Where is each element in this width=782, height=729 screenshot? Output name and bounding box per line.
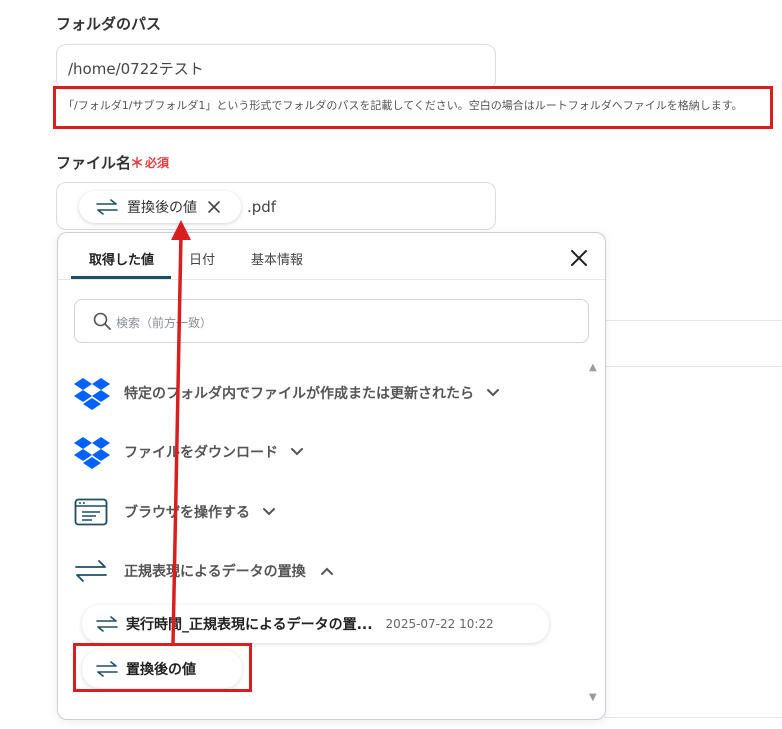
background-divider	[604, 320, 782, 321]
file-extension: .pdf	[247, 198, 277, 216]
value-date: 2025-07-22 10:22	[385, 617, 494, 631]
required-text: 必須	[145, 156, 170, 170]
browser-icon	[74, 498, 108, 526]
section-trigger-download[interactable]: ファイルをダウンロード	[74, 435, 374, 469]
section-trigger-browser[interactable]: ブラウザを操作する	[74, 495, 374, 529]
file-name-input[interactable]: 置換後の値 .pdf	[56, 182, 496, 230]
background-divider	[604, 717, 782, 718]
swap-arrows-icon	[74, 559, 108, 583]
background-divider	[604, 366, 782, 367]
tab-divider	[58, 279, 605, 280]
swap-arrows-icon	[96, 616, 118, 632]
search-icon	[93, 312, 111, 330]
tab-acquired-values[interactable]: 取得した値	[89, 249, 154, 268]
close-icon[interactable]	[570, 249, 588, 267]
scroll-up-arrow[interactable]: ▲	[589, 362, 597, 373]
chevron-down-icon	[486, 388, 500, 398]
required-mark: ＊	[130, 156, 144, 172]
selection-highlight-box	[73, 643, 252, 692]
scroll-down-arrow[interactable]: ▼	[589, 692, 597, 703]
chevron-up-icon	[320, 566, 334, 576]
chevron-down-icon	[262, 507, 276, 517]
chevron-down-icon	[290, 447, 304, 457]
folder-path-hint: 「/フォルダ1/サブフォルダ1」という形式でフォルダのパスを記載してください。空…	[63, 99, 743, 112]
folder-path-input[interactable]: /home/0722テスト	[56, 44, 496, 90]
folder-path-value: /home/0722テスト	[68, 60, 204, 78]
swap-arrows-icon	[96, 199, 118, 215]
tab-basic-info[interactable]: 基本情報	[251, 249, 303, 268]
section-trigger-regex[interactable]: 正規表現によるデータの置換	[74, 554, 374, 588]
folder-path-label: フォルダのパス	[56, 15, 162, 33]
file-name-label: ファイル名	[56, 154, 132, 172]
dropbox-icon	[74, 435, 110, 469]
annotation-arrow-icon	[171, 220, 191, 646]
section-trigger-folder-file[interactable]: 特定のフォルダ内でファイルが作成または更新されたら	[74, 376, 544, 410]
dropbox-icon	[74, 376, 110, 410]
